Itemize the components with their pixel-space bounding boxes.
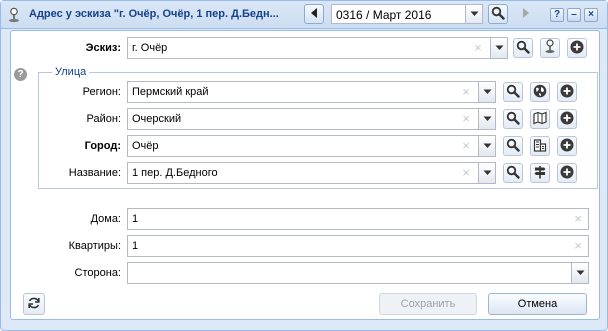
street-legend: Улица [52,66,90,78]
district-value: Очерский [132,113,182,125]
city-add-button[interactable] [557,136,577,156]
period-dropdown-trigger[interactable] [465,5,482,23]
signpost-icon [533,165,547,182]
globe-icon [533,84,547,101]
pin-icon [7,7,21,23]
apartments-label: Квартиры: [68,240,121,252]
minimize-tool-button[interactable]: – [567,8,581,22]
map-icon [533,111,547,128]
district-combo[interactable]: Очерский × [127,108,496,130]
sketch-dropdown-trigger[interactable] [490,38,507,58]
sketch-combo[interactable]: г. Очёр × [127,37,508,59]
next-period-button[interactable] [516,4,536,24]
chevron-down-icon [483,140,492,152]
street-sign-button[interactable] [530,163,550,183]
street-search-button[interactable] [503,163,523,183]
search-icon [516,40,530,57]
clear-icon[interactable]: × [571,212,585,226]
cancel-button[interactable]: Отмена [488,293,587,315]
clear-icon[interactable]: × [459,112,473,126]
plus-circle-icon [560,138,574,155]
region-dropdown-trigger[interactable] [478,82,495,102]
search-icon [506,84,520,101]
street-add-button[interactable] [557,163,577,183]
clear-icon[interactable]: × [459,166,473,180]
help-icon[interactable]: ? [14,68,27,81]
period-search-button[interactable] [488,4,508,24]
plus-circle-icon [560,165,574,182]
house-value: 1 [132,213,139,225]
house-label: Дома: [90,213,121,225]
window-title: Адрес у эскиза "г. Очёр, Очёр, 1 пер. Д.… [29,8,279,20]
plus-circle-icon [560,84,574,101]
chevron-down-icon [483,167,492,179]
house-field[interactable]: 1 × [127,208,589,230]
building-icon [533,138,547,155]
dialog-window: Адрес у эскиза "г. Очёр, Очёр, 1 пер. Д.… [0,0,608,331]
save-button[interactable]: Сохранить [379,293,477,315]
district-add-button[interactable] [557,109,577,129]
form-panel: Эскиз: г. Очёр × ? Улица Регион: Пермски… [10,30,600,320]
help-tool-button[interactable]: ? [550,8,564,22]
chevron-down-icon [576,267,585,279]
region-globe-button[interactable] [530,82,550,102]
region-search-button[interactable] [503,82,523,102]
arrow-left-icon [309,7,319,22]
side-label: Сторона: [74,267,121,279]
period-value: 0316 / Март 2016 [336,8,432,22]
city-value: Очёр [132,140,159,152]
chevron-down-icon [495,42,504,54]
arrow-right-icon [521,7,531,22]
plus-circle-icon [570,40,584,57]
chevron-down-icon [483,113,492,125]
city-search-button[interactable] [503,136,523,156]
region-value: Пермский край [132,86,209,98]
city-buildings-button[interactable] [530,136,550,156]
city-combo[interactable]: Очёр × [127,135,496,157]
city-dropdown-trigger[interactable] [478,136,495,156]
chevron-down-icon [470,8,479,20]
sketch-search-button[interactable] [513,38,533,58]
apartments-value: 1 [132,240,139,252]
apartments-field[interactable]: 1 × [127,235,589,257]
side-combo[interactable] [127,262,589,284]
sketch-value: г. Очёр [132,42,168,54]
district-dropdown-trigger[interactable] [478,109,495,129]
search-icon [506,111,520,128]
clear-icon[interactable]: × [571,239,585,253]
district-map-button[interactable] [530,109,550,129]
plus-circle-icon [560,111,574,128]
street-name-value: 1 пер. Д.Бедного [132,167,218,179]
region-add-button[interactable] [557,82,577,102]
region-label: Регион: [82,86,121,98]
side-dropdown-trigger[interactable] [571,263,588,283]
district-search-button[interactable] [503,109,523,129]
sketch-map-button[interactable] [540,38,560,58]
map-pin-icon [544,39,556,57]
clear-icon[interactable]: × [459,139,473,153]
clear-icon[interactable]: × [459,85,473,99]
city-label: Город: [84,140,121,152]
region-combo[interactable]: Пермский край × [127,81,496,103]
chevron-down-icon [483,86,492,98]
street-name-label: Название: [68,167,121,179]
title-bar[interactable]: Адрес у эскиза "г. Очёр, Очёр, 1 пер. Д.… [1,1,607,29]
street-name-combo[interactable]: 1 пер. Д.Бедного × [127,162,496,184]
close-tool-button[interactable]: × [584,8,598,22]
prev-period-button[interactable] [304,4,324,24]
clear-icon[interactable]: × [471,41,485,55]
refresh-icon [27,296,41,313]
street-name-dropdown-trigger[interactable] [478,163,495,183]
search-icon [491,6,505,23]
sketch-label: Эскиз: [85,42,121,54]
period-combo[interactable]: 0316 / Март 2016 [331,4,483,24]
search-icon [506,165,520,182]
refresh-button[interactable] [23,293,45,315]
search-icon [506,138,520,155]
sketch-add-button[interactable] [567,38,587,58]
district-label: Район: [86,113,121,125]
